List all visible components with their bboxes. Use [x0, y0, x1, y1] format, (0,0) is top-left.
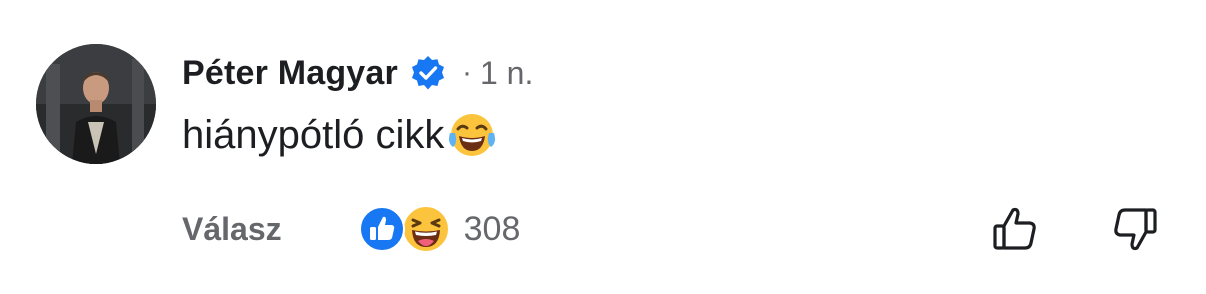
- avatar-photo: [36, 44, 156, 164]
- author-name[interactable]: Péter Magyar: [182, 54, 398, 93]
- timestamp[interactable]: 1 n.: [480, 55, 533, 92]
- face-with-tears-of-joy-icon: [446, 109, 498, 161]
- comment-text: hiánypótló cikk: [182, 112, 445, 157]
- comment-actions: Válasz 308: [182, 202, 520, 256]
- reply-button[interactable]: Válasz: [182, 211, 282, 248]
- comment-header: Péter Magyar · 1 n.: [182, 50, 533, 96]
- like-reaction-icon: [358, 205, 406, 253]
- reaction-count: 308: [463, 209, 521, 248]
- haha-reaction-icon: [400, 203, 452, 255]
- thumbs-up-outline-icon[interactable]: [990, 204, 1040, 254]
- reactions-summary[interactable]: 308: [358, 203, 521, 255]
- comment-text-row: hiánypótló cikk: [182, 110, 498, 160]
- thumbs-down-outline-icon[interactable]: [1110, 204, 1160, 254]
- separator-dot: ·: [461, 56, 472, 89]
- verified-badge-icon: [410, 55, 446, 91]
- avatar[interactable]: [36, 44, 156, 164]
